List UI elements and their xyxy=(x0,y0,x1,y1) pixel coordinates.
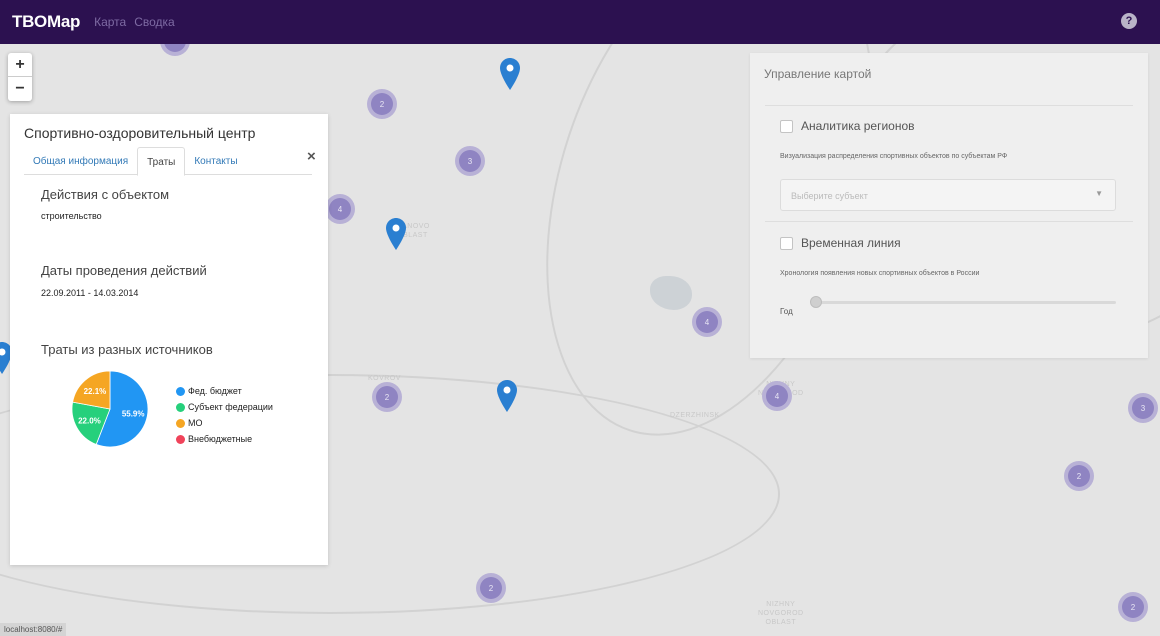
analytics-checkbox[interactable] xyxy=(780,119,793,133)
year-label: Год xyxy=(780,307,793,316)
legend-label: Субъект федерации xyxy=(188,402,273,412)
legend-dot xyxy=(176,434,185,444)
divider xyxy=(765,221,1133,222)
legend-item[interactable]: Субъект федерации xyxy=(176,399,273,415)
legend-item[interactable]: МО xyxy=(176,415,273,431)
help-icon[interactable]: ? xyxy=(1121,13,1137,29)
info-tabs: Общая информация Траты Контакты xyxy=(24,147,312,176)
cluster-marker[interactable]: 2 xyxy=(476,573,506,603)
region-select-placeholder: Выберите субъект xyxy=(791,191,868,201)
year-slider-track[interactable] xyxy=(816,301,1116,304)
close-icon[interactable]: × xyxy=(307,148,316,165)
control-panel-title: Управление картой xyxy=(764,67,872,81)
actions-value: строительство xyxy=(41,211,102,221)
analytics-description: Визуализация распределения спортивных об… xyxy=(780,153,1008,160)
tab-spending[interactable]: Траты xyxy=(137,147,186,176)
object-title: Спортивно-оздоровительный центр xyxy=(24,125,256,141)
chevron-down-icon: ▼ xyxy=(1095,189,1103,198)
map-label-dzerzhinsk: DZERZHINSK xyxy=(670,412,720,419)
top-navbar: TBOMap Карта Сводка ? xyxy=(0,0,1160,44)
object-info-panel: Спортивно-оздоровительный центр Общая ин… xyxy=(10,114,328,565)
cluster-marker[interactable]: 2 xyxy=(160,44,190,56)
cluster-marker[interactable]: 2 xyxy=(1118,592,1148,622)
tab-contacts[interactable]: Контакты xyxy=(185,147,246,175)
map-pin-icon[interactable] xyxy=(386,218,406,250)
spending-heading: Траты из разных источников xyxy=(41,342,213,357)
map-pin-icon[interactable] xyxy=(497,380,517,412)
cluster-marker[interactable]: 4 xyxy=(692,307,722,337)
map-control-panel: Управление картой Аналитика регионов Виз… xyxy=(750,53,1148,358)
dates-value: 22.09.2011 - 14.03.2014 xyxy=(41,288,139,298)
cluster-marker[interactable]: 2 xyxy=(1064,461,1094,491)
timeline-checkbox[interactable] xyxy=(780,236,793,250)
pie-slice-label: 22.1% xyxy=(84,387,107,396)
cluster-marker[interactable]: 2 xyxy=(367,89,397,119)
pie-slice-label: 55.9% xyxy=(122,409,145,418)
legend-item[interactable]: Фед. бюджет xyxy=(176,383,273,399)
brand-logo[interactable]: TBOMap xyxy=(12,12,80,32)
analytics-label: Аналитика регионов xyxy=(801,119,915,133)
timeline-description: Хронология появления новых спортивных об… xyxy=(780,270,980,277)
cluster-marker[interactable]: 3 xyxy=(1128,393,1158,423)
status-bar-url: localhost:8080/# xyxy=(0,623,67,636)
cluster-marker[interactable]: 4 xyxy=(762,381,792,411)
map-label-nizhny-oblast: NIZHNY NOVGOROD OBLAST xyxy=(758,601,804,626)
region-select[interactable]: Выберите субъект ▼ xyxy=(780,179,1116,211)
actions-heading: Действия с объектом xyxy=(41,187,170,202)
analytics-toggle[interactable]: Аналитика регионов xyxy=(780,119,915,133)
zoom-in-button[interactable]: + xyxy=(8,53,32,77)
spending-pie-chart: 55.9% 22.0% 22.1% xyxy=(71,370,149,448)
nav-link-map[interactable]: Карта xyxy=(94,15,126,29)
map-pin-icon[interactable] xyxy=(500,58,520,90)
timeline-label: Временная линия xyxy=(801,236,901,250)
timeline-toggle[interactable]: Временная линия xyxy=(780,236,901,250)
nav-link-summary[interactable]: Сводка xyxy=(134,15,175,29)
legend-dot xyxy=(176,402,185,412)
legend-item[interactable]: Внебюджетные xyxy=(176,431,273,447)
zoom-control: + − xyxy=(8,53,32,101)
legend-dot xyxy=(176,386,185,396)
zoom-out-button[interactable]: − xyxy=(8,77,32,101)
legend-label: Фед. бюджет xyxy=(188,386,242,396)
pie-legend: Фед. бюджет Субъект федерации МО Внебюдж… xyxy=(176,383,273,447)
legend-dot xyxy=(176,418,185,428)
tab-general-info[interactable]: Общая информация xyxy=(24,147,137,175)
legend-label: МО xyxy=(188,418,203,428)
divider xyxy=(765,105,1133,106)
cluster-marker[interactable]: 2 xyxy=(372,382,402,412)
cluster-marker[interactable]: 4 xyxy=(325,194,355,224)
pie-slice-label: 22.0% xyxy=(78,416,101,425)
legend-label: Внебюджетные xyxy=(188,434,253,444)
year-slider-handle[interactable] xyxy=(810,296,822,308)
dates-heading: Даты проведения действий xyxy=(41,263,207,278)
cluster-marker[interactable]: 3 xyxy=(455,146,485,176)
